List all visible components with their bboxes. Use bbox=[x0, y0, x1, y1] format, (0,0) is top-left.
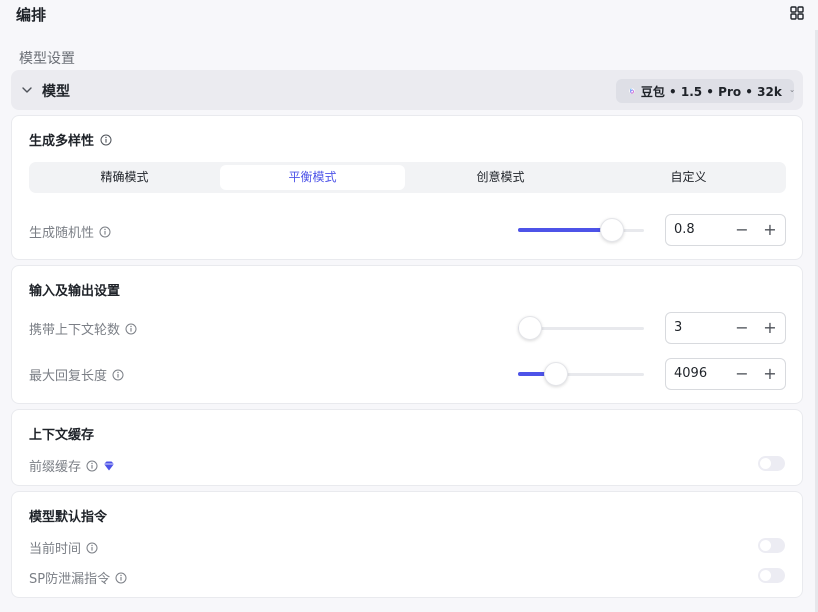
toggle-knob bbox=[760, 570, 771, 581]
current-time-toggle[interactable] bbox=[758, 538, 785, 553]
layout-grid-icon[interactable] bbox=[789, 5, 805, 21]
increment-button[interactable]: + bbox=[759, 317, 781, 339]
io-settings-card: 输入及输出设置 携带上下文轮数 3 − + 最大回复长度 4096 − + bbox=[11, 265, 803, 404]
mode-precise-tab[interactable]: 精确模式 bbox=[32, 165, 217, 190]
instructions-title: 模型默认指令 bbox=[29, 510, 108, 525]
info-icon[interactable] bbox=[86, 460, 98, 472]
mode-balanced-tab[interactable]: 平衡模式 bbox=[220, 165, 405, 190]
current-time-label-text: 当前时间 bbox=[29, 542, 82, 557]
increment-button[interactable]: + bbox=[759, 363, 781, 385]
mode-creative-tab[interactable]: 创意模式 bbox=[408, 165, 593, 190]
diversity-title: 生成多样性 bbox=[29, 130, 112, 149]
prefix-cache-label: 前缀缓存 bbox=[29, 456, 115, 475]
sp-leak-label-text: SP防泄漏指令 bbox=[29, 572, 111, 587]
model-label: 模型 bbox=[42, 84, 70, 100]
info-icon[interactable] bbox=[115, 572, 127, 584]
slider-handle[interactable] bbox=[543, 362, 568, 386]
context-rounds-label-text: 携带上下文轮数 bbox=[29, 323, 121, 338]
model-select[interactable]: 豆包 • 1.5 • Pro • 32k bbox=[616, 79, 794, 103]
model-section-header[interactable]: 模型 豆包 • 1.5 • Pro • 32k bbox=[11, 70, 803, 110]
info-icon[interactable] bbox=[125, 323, 137, 335]
info-icon[interactable] bbox=[99, 226, 111, 238]
chevron-down-icon bbox=[790, 90, 794, 92]
increment-button[interactable]: + bbox=[759, 219, 781, 241]
context-rounds-slider[interactable] bbox=[518, 316, 644, 340]
prefix-cache-label-text: 前缀缓存 bbox=[29, 460, 82, 475]
diversity-title-text: 生成多样性 bbox=[29, 134, 95, 149]
randomness-stepper[interactable]: 0.8 − + bbox=[665, 214, 786, 246]
sp-leak-toggle[interactable] bbox=[758, 568, 785, 583]
header: 编排 bbox=[0, 0, 818, 30]
slider-fill bbox=[518, 228, 612, 232]
chevron-down-icon[interactable] bbox=[21, 84, 33, 96]
prefix-cache-toggle[interactable] bbox=[758, 456, 785, 471]
toggle-knob bbox=[760, 458, 771, 469]
randomness-label-text: 生成随机性 bbox=[29, 226, 95, 241]
model-settings-label: 模型设置 bbox=[19, 51, 75, 67]
max-reply-label: 最大回复长度 bbox=[29, 365, 124, 384]
page-title: 编排 bbox=[16, 6, 47, 24]
decrement-button[interactable]: − bbox=[731, 317, 753, 339]
info-icon[interactable] bbox=[100, 134, 112, 146]
slider-handle[interactable] bbox=[599, 218, 624, 242]
max-reply-label-text: 最大回复长度 bbox=[29, 369, 108, 384]
context-cache-card: 上下文缓存 前缀缓存 bbox=[11, 409, 803, 486]
info-icon[interactable] bbox=[86, 542, 98, 554]
doubao-logo-icon bbox=[629, 88, 635, 94]
sp-leak-label: SP防泄漏指令 bbox=[29, 568, 127, 587]
info-icon[interactable] bbox=[112, 369, 124, 381]
randomness-value[interactable]: 0.8 bbox=[674, 222, 695, 237]
decrement-button[interactable]: − bbox=[731, 219, 753, 241]
context-rounds-value[interactable]: 3 bbox=[674, 320, 682, 335]
max-reply-slider[interactable] bbox=[518, 362, 644, 386]
io-title: 输入及输出设置 bbox=[29, 284, 121, 299]
current-time-label: 当前时间 bbox=[29, 538, 98, 557]
mode-custom-tab[interactable]: 自定义 bbox=[596, 165, 781, 190]
randomness-label: 生成随机性 bbox=[29, 222, 111, 241]
cache-title: 上下文缓存 bbox=[29, 428, 95, 443]
premium-gem-icon bbox=[104, 461, 115, 470]
diversity-mode-tabs: 精确模式 平衡模式 创意模式 自定义 bbox=[29, 162, 786, 193]
context-rounds-stepper[interactable]: 3 − + bbox=[665, 312, 786, 344]
context-rounds-label: 携带上下文轮数 bbox=[29, 319, 137, 338]
decrement-button[interactable]: − bbox=[731, 363, 753, 385]
model-name: 豆包 • 1.5 • Pro • 32k bbox=[640, 84, 782, 99]
max-reply-stepper[interactable]: 4096 − + bbox=[665, 358, 786, 390]
randomness-slider[interactable] bbox=[518, 218, 644, 242]
max-reply-value[interactable]: 4096 bbox=[674, 366, 707, 381]
default-instructions-card: 模型默认指令 当前时间 SP防泄漏指令 bbox=[11, 491, 803, 598]
diversity-card: 生成多样性 精确模式 平衡模式 创意模式 自定义 生成随机性 0.8 − + bbox=[11, 115, 803, 260]
toggle-knob bbox=[760, 540, 771, 551]
slider-handle[interactable] bbox=[518, 316, 542, 340]
